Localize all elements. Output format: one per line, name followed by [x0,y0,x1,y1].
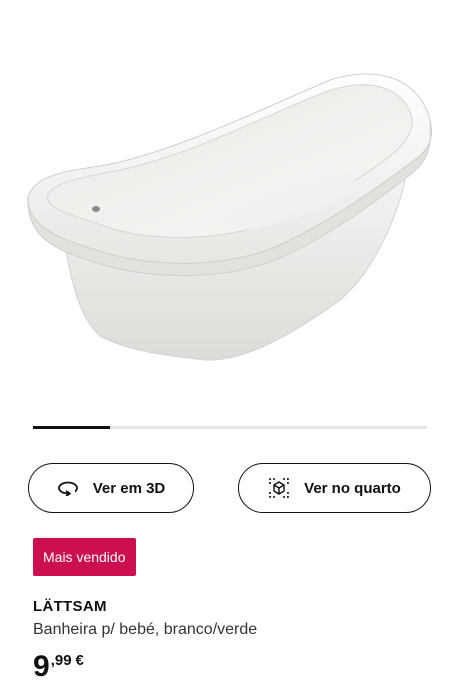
price-integer: 9 [33,650,50,683]
price-decimal: ,99 [50,652,72,669]
view-3d-button[interactable]: Ver em 3D [28,463,194,513]
product-description: Banheira p/ bebé, branco/verde [33,621,258,638]
view-in-room-button[interactable]: Ver no quarto [238,463,431,513]
baby-bathtub-image [27,73,432,361]
product-image[interactable] [0,0,460,410]
product-price: 9 ,99 € [33,652,84,682]
best-seller-badge: Mais vendido [33,538,136,576]
rotate-3d-icon [57,480,79,496]
gallery-progress-fill [33,426,110,429]
price-currency: € [75,652,84,669]
augmented-reality-icon [268,477,290,499]
drain-plug [92,206,100,212]
view-3d-label: Ver em 3D [92,479,166,497]
gallery-progress-bar [33,426,427,429]
view-in-room-label: Ver no quarto [304,479,401,497]
product-name: LÄTTSAM [33,598,107,615]
